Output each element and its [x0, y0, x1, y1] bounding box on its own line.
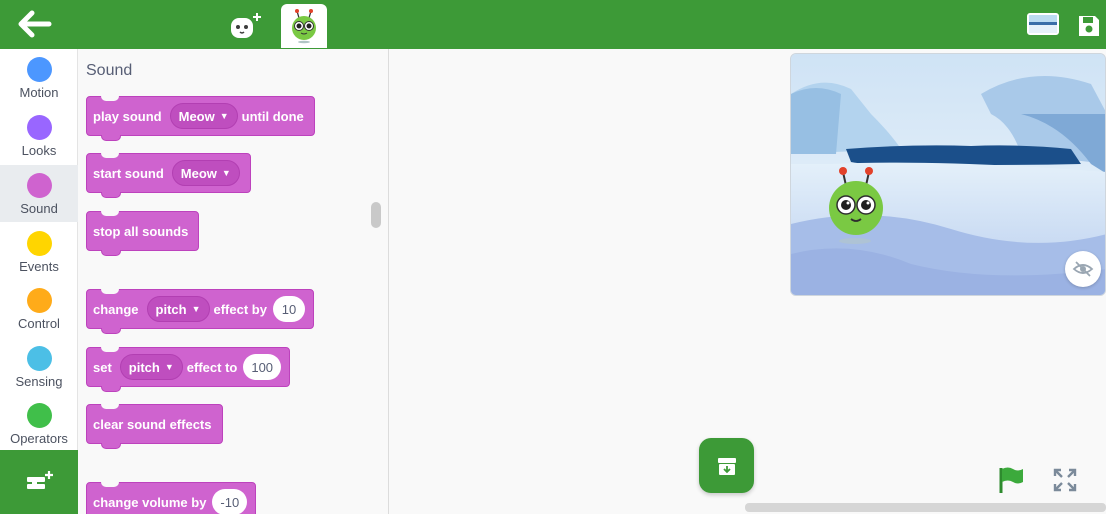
- caret-down-icon: ▼: [191, 304, 201, 314]
- sound-dot-icon: [26, 173, 52, 198]
- top-bar: [0, 0, 1106, 49]
- category-label: Sensing: [15, 374, 63, 389]
- dropdown-value: Meow: [178, 108, 215, 124]
- category-motion[interactable]: Motion: [0, 49, 78, 106]
- category-looks[interactable]: Looks: [0, 107, 78, 164]
- eye-slash-icon: [1072, 261, 1094, 277]
- effect-value-input[interactable]: 100: [243, 354, 282, 380]
- category-label: Control: [18, 316, 60, 331]
- motion-dot-icon: [26, 57, 52, 82]
- caret-down-icon: ▼: [164, 362, 174, 372]
- category-label: Operators: [10, 431, 68, 446]
- block-text: change volume by: [93, 494, 207, 510]
- archive-download-icon: [717, 457, 736, 475]
- volume-value-input[interactable]: -10: [212, 489, 248, 514]
- category-control[interactable]: Control: [0, 280, 78, 337]
- block-text: effect to: [186, 359, 238, 375]
- block-set-effect-to[interactable]: set pitch ▼ effect to 100: [86, 347, 291, 392]
- add-extension-icon: [27, 471, 53, 489]
- backdrop-thumbnail[interactable]: [1027, 13, 1059, 35]
- operators-dot-icon: [26, 403, 52, 428]
- sound-dropdown[interactable]: Meow ▼: [171, 160, 240, 186]
- block-stop-all-sounds[interactable]: stop all sounds: [86, 211, 200, 256]
- category-label: Motion: [19, 85, 59, 100]
- fullscreen-button[interactable]: [1053, 468, 1077, 492]
- category-label: Looks: [21, 143, 57, 158]
- block-text: change: [93, 301, 139, 317]
- sensing-dot-icon: [26, 346, 52, 371]
- caret-down-icon: ▼: [221, 168, 231, 178]
- add-extension-button[interactable]: [0, 450, 78, 514]
- backdrop-thumbnail-icon: [1029, 15, 1057, 33]
- block-play-sound-until-done[interactable]: play sound Meow ▼ until done: [86, 96, 315, 141]
- hide-stage-button[interactable]: [1065, 251, 1101, 287]
- block-change-volume-by[interactable]: change volume by -10: [86, 482, 257, 514]
- category-operators[interactable]: Operators: [0, 395, 78, 452]
- control-dot-icon: [26, 288, 52, 313]
- stage[interactable]: [790, 53, 1106, 296]
- arrow-left-icon: [18, 10, 52, 38]
- horizontal-scrollbar[interactable]: [745, 503, 1106, 512]
- save-button[interactable]: [1076, 13, 1102, 39]
- block-palette: Sound play sound Meow ▼ until done start …: [78, 49, 389, 514]
- block-text: clear sound effects: [93, 416, 212, 432]
- green-alien-sprite[interactable]: [825, 164, 887, 244]
- sprite-tab-alien[interactable]: [281, 4, 327, 48]
- block-clear-sound-effects[interactable]: clear sound effects: [86, 404, 223, 449]
- green-flag-icon: [999, 467, 1023, 493]
- category-menu: Motion Looks Sound Events Control Sensin…: [0, 49, 78, 450]
- block-text: play sound: [93, 108, 162, 124]
- effect-value-input[interactable]: 10: [272, 296, 305, 322]
- back-button[interactable]: [18, 10, 52, 38]
- category-label: Events: [19, 259, 59, 274]
- block-text: effect by: [213, 301, 267, 317]
- fullscreen-icon: [1053, 468, 1077, 492]
- looks-dot-icon: [26, 115, 52, 140]
- dropdown-value: Meow: [180, 165, 217, 181]
- save-icon: [1079, 16, 1099, 36]
- block-text: until done: [241, 108, 304, 124]
- dropdown-value: pitch: [155, 301, 187, 317]
- palette-title: Sound: [86, 62, 133, 79]
- archive-button[interactable]: [699, 438, 754, 493]
- sound-dropdown[interactable]: Meow ▼: [169, 103, 238, 129]
- block-text: stop all sounds: [93, 223, 189, 239]
- caret-down-icon: ▼: [219, 111, 229, 121]
- category-sound[interactable]: Sound: [0, 165, 78, 222]
- green-flag-button[interactable]: [996, 465, 1026, 495]
- palette-scrollbar[interactable]: [371, 202, 381, 228]
- block-text: start sound: [93, 165, 164, 181]
- robot-plus-icon: [231, 13, 261, 38]
- category-events[interactable]: Events: [0, 223, 78, 280]
- category-label: Sound: [20, 201, 58, 216]
- block-start-sound[interactable]: start sound Meow ▼: [86, 153, 251, 198]
- add-sprite-tab[interactable]: [222, 4, 268, 48]
- events-dot-icon: [26, 231, 52, 256]
- block-change-effect-by[interactable]: change pitch ▼ effect by 10: [86, 289, 314, 334]
- effect-dropdown[interactable]: pitch ▼: [119, 354, 183, 380]
- green-alien-icon: [292, 9, 316, 44]
- block-text: set: [93, 359, 112, 375]
- dropdown-value: pitch: [128, 359, 160, 375]
- category-sensing[interactable]: Sensing: [0, 338, 78, 395]
- effect-dropdown[interactable]: pitch ▼: [146, 296, 210, 322]
